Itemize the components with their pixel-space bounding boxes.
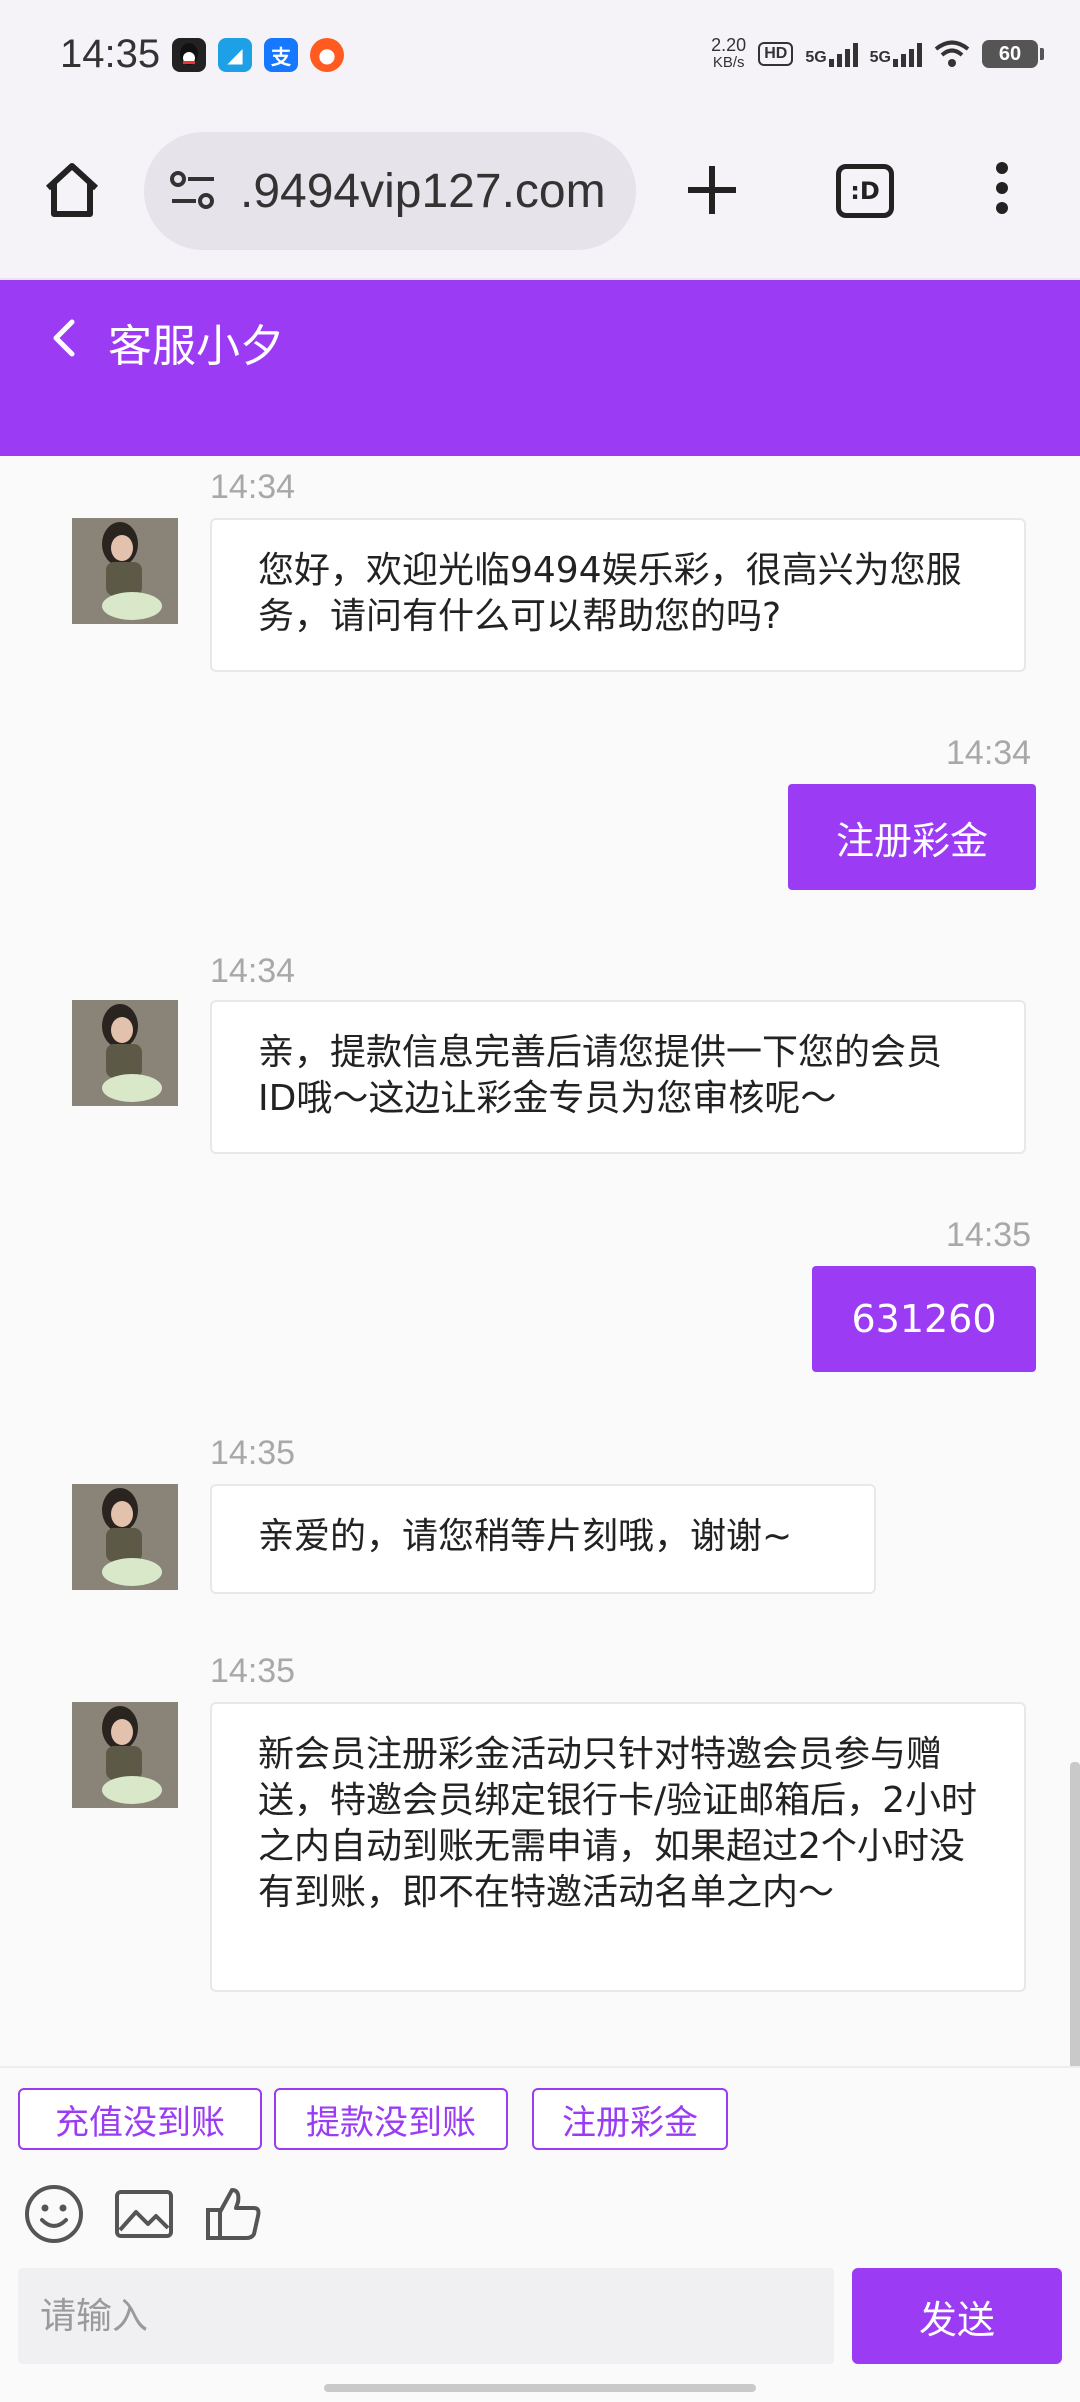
send-button[interactable]: 发送 — [852, 2268, 1062, 2364]
status-bar: 14:35 ◢ 支 ● 2.20 KB/s HD 5G 5G 60 — [0, 0, 1080, 112]
image-icon[interactable] — [112, 2182, 176, 2250]
quick-reply-withdraw[interactable]: 提款没到账 — [274, 2088, 508, 2150]
home-indicator[interactable] — [324, 2384, 756, 2392]
chat-header: 客服小夕 — [0, 280, 1080, 456]
message-time: 14:35 — [210, 1434, 296, 1472]
status-time: 14:35 — [60, 32, 161, 76]
message-time: 14:35 — [210, 1652, 296, 1690]
agent-avatar — [72, 518, 178, 624]
chat-title: 客服小夕 — [108, 321, 284, 372]
quick-reply-recharge[interactable]: 充值没到账 — [18, 2088, 262, 2150]
incoming-message: 新会员注册彩金活动只针对特邀会员参与赠送，特邀会员绑定银行卡/验证邮箱后，2小时… — [210, 1702, 1026, 1992]
composer-area: 充值没到账 提款没到账 注册彩金 发送 — [0, 2066, 1080, 2402]
alipay-icon: 支 — [264, 38, 298, 72]
message-time: 14:34 — [946, 734, 1032, 772]
incoming-message: 亲爱的，请您稍等片刻哦，谢谢~ — [210, 1484, 876, 1594]
battery-icon: 60 — [982, 40, 1038, 68]
more-menu-icon[interactable] — [996, 162, 1008, 214]
message-list[interactable]: 14:34 您好，欢迎光临9494娱乐彩，很高兴为您服务，请问有什么可以帮助您的… — [0, 456, 1080, 2066]
qq-icon — [172, 38, 206, 72]
status-indicators: 2.20 KB/s HD 5G 5G 60 — [711, 36, 1044, 72]
agent-avatar — [72, 1000, 178, 1106]
agent-avatar — [72, 1484, 178, 1590]
message-time: 14:34 — [210, 468, 296, 506]
tab-switcher-button[interactable]: :D — [836, 164, 894, 218]
new-tab-icon[interactable] — [684, 162, 740, 218]
agent-avatar — [72, 1702, 178, 1808]
thumbs-up-icon[interactable] — [202, 2182, 266, 2250]
url-bar[interactable]: .9494vip127.com — [144, 132, 636, 250]
url-text: .9494vip127.com — [240, 164, 606, 218]
message-time: 14:35 — [946, 1216, 1032, 1254]
signal-1-icon: 5G — [805, 41, 858, 67]
browser-toolbar: .9494vip127.com :D — [0, 112, 1080, 280]
outgoing-message: 注册彩金 — [788, 784, 1036, 890]
wifi-icon — [934, 40, 970, 67]
notification-icons: ◢ 支 ● — [172, 38, 344, 72]
taobao-icon: ● — [310, 38, 344, 72]
net-speed: 2.20 KB/s — [711, 35, 747, 71]
incoming-message: 您好，欢迎光临9494娱乐彩，很高兴为您服务，请问有什么可以帮助您的吗? — [210, 518, 1026, 672]
home-icon[interactable] — [40, 158, 104, 222]
back-icon[interactable] — [44, 310, 84, 370]
message-time: 14:34 — [210, 952, 296, 990]
site-settings-icon[interactable] — [168, 169, 218, 213]
incoming-message: 亲，提款信息完善后请您提供一下您的会员ID哦～这边让彩金专员为您审核呢～ — [210, 1000, 1026, 1154]
hd-icon: HD — [758, 42, 794, 66]
emoji-icon[interactable] — [22, 2182, 86, 2250]
outgoing-message: 631260 — [812, 1266, 1036, 1372]
app-icon: ◢ — [218, 38, 252, 72]
signal-2-icon: 5G — [870, 41, 922, 67]
scrollbar[interactable] — [1070, 1762, 1080, 2066]
message-input[interactable] — [18, 2268, 834, 2364]
quick-reply-bonus[interactable]: 注册彩金 — [532, 2088, 728, 2150]
